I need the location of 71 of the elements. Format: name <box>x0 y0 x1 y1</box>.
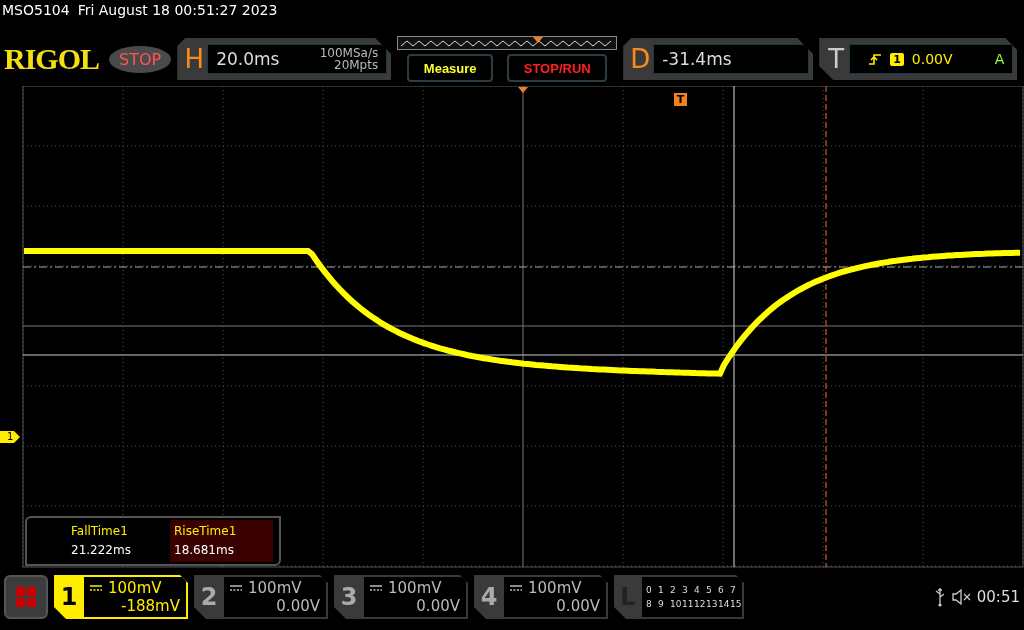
memory-depth: 20Mpts <box>334 59 379 71</box>
channel-marker: 1 <box>0 431 20 443</box>
channel-offset: -188mV <box>121 597 180 615</box>
digital-channel-number: 14 <box>718 599 730 609</box>
sample-rate: 100MSa/s <box>319 47 379 59</box>
delay-panel[interactable]: D -31.4ms <box>623 38 814 80</box>
usb-icon <box>934 587 945 607</box>
channel-scale: 100mV <box>108 579 162 597</box>
channel-number: 4 <box>479 582 499 613</box>
digital-channel-number: 0 <box>646 585 653 595</box>
model-name: MSO5104 <box>2 2 70 20</box>
measure-button[interactable]: Measure <box>407 54 494 82</box>
digital-channel-number: 11 <box>682 599 694 609</box>
timebase-value: 20.0ms <box>216 49 280 69</box>
measurement-name: RiseTime1 <box>174 523 238 540</box>
dc-coupling-icon <box>230 585 242 591</box>
trigger-position-marker: T <box>674 93 687 106</box>
channel-scale: 100mV <box>248 579 302 597</box>
channel-number: 3 <box>339 582 359 613</box>
trigger-source-badge: 1 <box>890 52 904 66</box>
digital-channel-number: 5 <box>706 585 713 595</box>
channel-number: 2 <box>199 582 219 613</box>
stop-run-button[interactable]: STOP/RUN <box>507 54 608 82</box>
delay-label: D <box>629 44 652 74</box>
horizontal-panel[interactable]: H 20.0ms 100MSa/s 20Mpts <box>177 38 392 80</box>
digital-channel-number: 6 <box>718 585 725 595</box>
digital-channel-number: 9 <box>658 599 665 609</box>
measurement-item[interactable]: RiseTime1 18.681ms <box>170 520 273 562</box>
trigger-level: 0.00V <box>911 51 953 67</box>
channel-panel[interactable]: 4 100mV 0.00V <box>474 575 608 619</box>
channel-scale: 100mV <box>388 579 442 597</box>
channel-panel[interactable]: 1 100mV -188mV <box>54 575 188 619</box>
trigger-panel[interactable]: T 1 0.00V A <box>819 38 1018 80</box>
vertical-cursor-line[interactable] <box>825 86 827 568</box>
dc-coupling-icon <box>90 585 102 591</box>
digital-channel-number: 1 <box>658 585 665 595</box>
brand-logo: RIGOL <box>4 42 100 76</box>
horizontal-cursor-line[interactable] <box>22 354 1024 356</box>
channel-scale: 100mV <box>528 579 582 597</box>
channel-panel[interactable]: 3 100mV 0.00V <box>334 575 468 619</box>
menu-button[interactable] <box>4 575 48 619</box>
dc-coupling-icon <box>370 585 382 591</box>
measurement-item[interactable]: FallTime1 21.222ms <box>67 520 170 562</box>
clock-time: 00:51 <box>976 588 1020 606</box>
channel-number: 1 <box>59 582 79 613</box>
digital-channel-number: 15 <box>730 599 742 609</box>
trigger-position-triangle-icon <box>518 87 528 93</box>
digital-channel-number: 3 <box>682 585 689 595</box>
digital-channel-number: 7 <box>730 585 737 595</box>
digital-channel-number: 4 <box>694 585 701 595</box>
measurement-value: 21.222ms <box>71 542 132 559</box>
horizontal-label: H <box>183 44 205 74</box>
channel-offset: 0.00V <box>556 597 600 615</box>
channel-offset: 0.00V <box>416 597 460 615</box>
digital-channel-number: 12 <box>694 599 706 609</box>
dc-coupling-icon <box>510 585 522 591</box>
digital-channel-number: 2 <box>670 585 677 595</box>
trigger-label: T <box>827 44 846 74</box>
digital-channel-number: 8 <box>646 599 653 609</box>
trigger-mode: A <box>994 51 1005 67</box>
delay-value: -31.4ms <box>662 49 732 69</box>
date-time: Fri August 18 00:51:27 2023 <box>77 2 278 20</box>
digital-channel-number: 10 <box>670 599 682 609</box>
measurement-name: FallTime1 <box>71 523 129 540</box>
channel-panel[interactable]: 2 100mV 0.00V <box>194 575 328 619</box>
measurement-value: 18.681ms <box>174 542 235 559</box>
channel-offset: 0.00V <box>276 597 320 615</box>
grid-icon <box>15 586 37 608</box>
speaker-muted-icon[interactable] <box>950 588 971 606</box>
digital-channel-number: 13 <box>706 599 718 609</box>
rising-edge-icon <box>868 52 883 66</box>
